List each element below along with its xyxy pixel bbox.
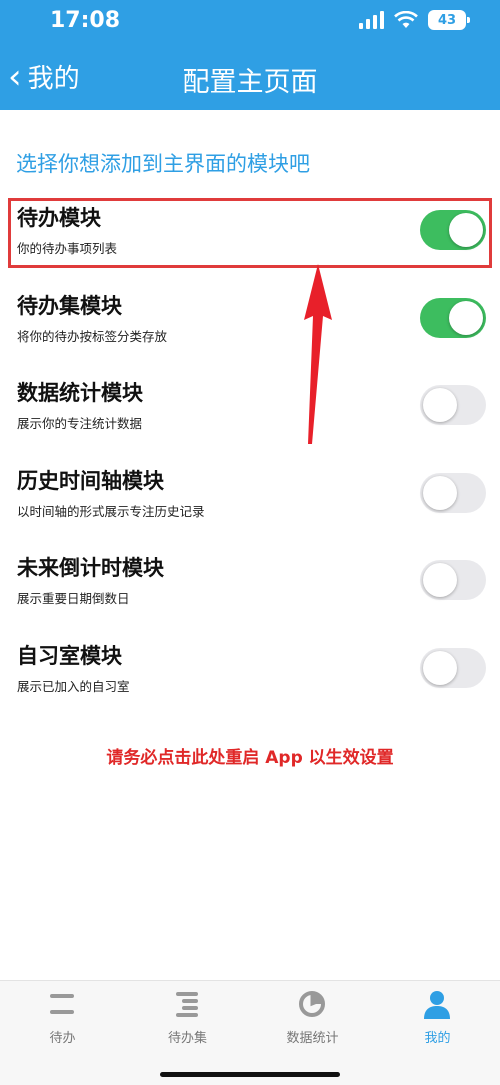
- module-subtitle: 展示你的专注统计数据: [17, 416, 143, 431]
- tab-todo-set[interactable]: 待办集: [125, 981, 250, 1051]
- app-header: 17:08 43 ‹ 我的 配置主页面: [0, 0, 500, 110]
- wifi-icon: [394, 11, 418, 28]
- cellular-signal-icon: [359, 11, 384, 29]
- pie-chart-icon: [299, 991, 325, 1017]
- study-room-module-toggle[interactable]: [420, 648, 486, 688]
- todo-set-module-toggle[interactable]: [420, 298, 486, 338]
- tab-label: 待办集: [167, 1031, 207, 1046]
- person-icon: [424, 991, 450, 1019]
- module-title: 自习室模块: [17, 644, 122, 668]
- tab-label: 数据统计: [286, 1031, 339, 1046]
- tab-label: 我的: [424, 1031, 451, 1046]
- tab-stats[interactable]: 数据统计: [250, 981, 375, 1051]
- module-subtitle: 展示重要日期倒数日: [17, 591, 130, 606]
- restart-app-notice[interactable]: 请务必点击此处重启 App 以生效设置: [0, 743, 500, 768]
- module-row-countdown: 未来倒计时模块 展示重要日期倒数日: [0, 548, 500, 634]
- tab-todo[interactable]: 待办: [0, 981, 125, 1051]
- status-time: 17:08: [50, 8, 121, 33]
- tab-label: 待办: [49, 1031, 76, 1046]
- home-indicator: [160, 1072, 340, 1077]
- battery-icon: 43: [428, 10, 470, 30]
- module-row-stats: 数据统计模块 展示你的专注统计数据: [0, 373, 500, 459]
- module-title: 数据统计模块: [17, 381, 143, 405]
- toggle-knob: [423, 476, 457, 510]
- toggle-knob: [423, 651, 457, 685]
- module-title: 待办集模块: [17, 294, 122, 318]
- toggle-knob: [423, 563, 457, 597]
- module-row-timeline: 历史时间轴模块 以时间轴的形式展示专注历史记录: [0, 461, 500, 547]
- highlight-box: [8, 198, 492, 268]
- todo-icon: [50, 994, 74, 1014]
- timeline-module-toggle[interactable]: [420, 473, 486, 513]
- module-row-study-room: 自习室模块 展示已加入的自习室: [0, 636, 500, 722]
- section-title: 选择你想添加到主界面的模块吧: [16, 152, 310, 176]
- red-arrow-annotation: [304, 264, 332, 444]
- countdown-module-toggle[interactable]: [420, 560, 486, 600]
- module-subtitle: 将你的待办按标签分类存放: [17, 329, 168, 344]
- stats-module-toggle[interactable]: [420, 385, 486, 425]
- module-title: 未来倒计时模块: [17, 556, 164, 580]
- status-icons: 43: [359, 10, 470, 30]
- module-title: 历史时间轴模块: [17, 469, 164, 493]
- module-row-todo-set: 待办集模块 将你的待办按标签分类存放: [0, 286, 500, 372]
- toggle-knob: [423, 388, 457, 422]
- tab-me[interactable]: 我的: [375, 981, 500, 1051]
- tab-bar: 待办 待办集 数据统计 我的: [0, 980, 500, 1085]
- page-title: 配置主页面: [182, 67, 318, 98]
- todo-set-icon: [176, 992, 198, 1017]
- toggle-knob: [449, 301, 483, 335]
- module-subtitle: 展示已加入的自习室: [17, 679, 130, 694]
- module-subtitle: 以时间轴的形式展示专注历史记录: [17, 504, 205, 519]
